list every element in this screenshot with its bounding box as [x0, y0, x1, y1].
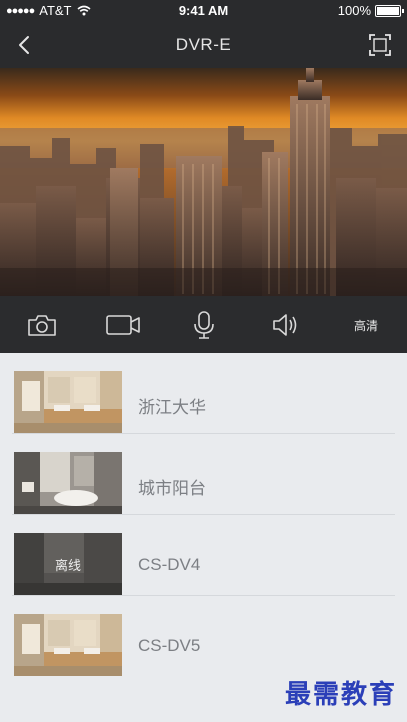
device-thumbnail: [14, 371, 122, 433]
device-thumbnail: [14, 452, 122, 514]
bathroom-image: [14, 452, 122, 514]
offline-label: 离线: [54, 557, 81, 573]
bathroom-image: [14, 614, 122, 676]
device-item[interactable]: 城市阳台: [0, 434, 407, 515]
device-name: CS-DV5: [138, 636, 201, 655]
microphone-icon: [194, 311, 214, 339]
battery-fill: [377, 6, 399, 15]
fullscreen-icon: [369, 34, 391, 56]
status-bar: ●●●●● AT&T 9:41 AM 100%: [0, 0, 407, 22]
fullscreen-button[interactable]: [369, 34, 391, 56]
status-right: 100%: [337, 3, 404, 18]
talk-button[interactable]: [192, 310, 216, 340]
device-item[interactable]: 离线 CS-DV4: [0, 515, 407, 596]
audio-button[interactable]: [271, 310, 299, 340]
device-item[interactable]: CS-DV5: [0, 596, 407, 677]
video-record-icon: [106, 315, 140, 335]
snapshot-button[interactable]: [24, 310, 60, 340]
device-thumbnail: [14, 614, 122, 676]
battery-icon: [375, 4, 404, 17]
quality-toggle[interactable]: 高清: [344, 310, 388, 340]
device-name: 城市阳台: [138, 479, 206, 498]
speaker-icon: [273, 314, 297, 336]
device-name: 浙江大华: [138, 398, 206, 417]
device-name: CS-DV4: [138, 555, 201, 574]
record-button[interactable]: [104, 310, 142, 340]
camera-icon: [28, 315, 56, 336]
device-thumbnail: 离线: [14, 533, 122, 595]
city-skyline-image: [0, 68, 407, 296]
device-item[interactable]: 浙江大华: [0, 353, 407, 434]
battery-percent: 100%: [337, 3, 371, 18]
live-video-view[interactable]: [0, 68, 407, 296]
device-list: 浙江大华 城市阳台 离线 CS-DV4 CS-DV5: [0, 353, 407, 722]
nav-bar: DVR-E: [0, 22, 407, 68]
watermark: 最需教育: [284, 680, 397, 710]
control-toolbar: 高清: [0, 296, 407, 353]
bathroom-image: [14, 371, 122, 433]
page-title: DVR-E: [175, 35, 232, 54]
